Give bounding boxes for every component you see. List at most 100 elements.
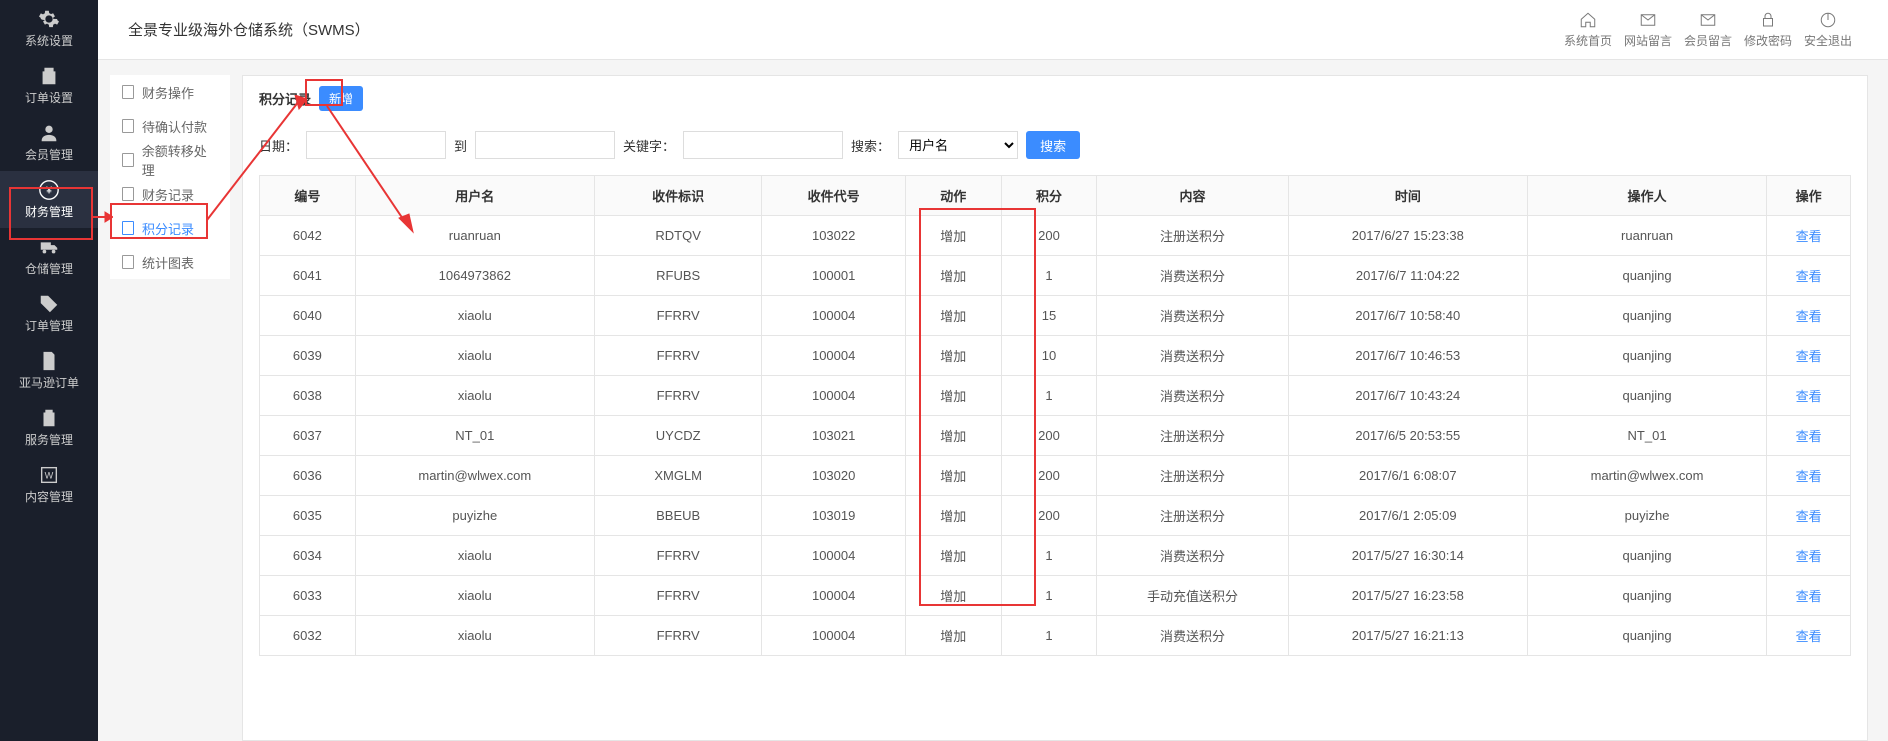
date-to-input[interactable] [475, 131, 615, 159]
table-cell: 增加 [905, 496, 1001, 536]
copy-icon [38, 65, 60, 87]
sidebar-label: 仓储管理 [25, 260, 73, 277]
sidebar-item-amazon[interactable]: 亚马逊订单 [0, 342, 98, 399]
col-rtag: 收件标识 [594, 176, 761, 216]
table-cell: 6036 [260, 456, 356, 496]
view-link[interactable]: 查看 [1767, 536, 1851, 576]
table-cell: 增加 [905, 216, 1001, 256]
view-link[interactable]: 查看 [1767, 376, 1851, 416]
svg-text:W: W [45, 471, 54, 481]
table-row: 6036martin@wlwex.comXMGLM103020增加200注册送积… [260, 456, 1851, 496]
table-cell: 1 [1001, 576, 1097, 616]
sidebar-item-content[interactable]: W 内容管理 [0, 456, 98, 513]
view-link[interactable]: 查看 [1767, 496, 1851, 536]
doc-icon [122, 187, 134, 201]
header-change-pwd[interactable]: 修改密码 [1738, 11, 1798, 49]
table-cell: 100001 [762, 256, 906, 296]
mail-icon [1639, 11, 1657, 29]
table-cell: quanjing [1527, 296, 1766, 336]
app-title: 全景专业级海外仓储系统（SWMS） [128, 19, 370, 40]
table-cell: 消费送积分 [1097, 616, 1288, 656]
table-cell: ruanruan [1527, 216, 1766, 256]
doc-icon [122, 119, 134, 133]
table-cell: 6042 [260, 216, 356, 256]
header-logout[interactable]: 安全退出 [1798, 11, 1858, 49]
view-link[interactable]: 查看 [1767, 216, 1851, 256]
truck-icon [38, 236, 60, 258]
table-cell: 100004 [762, 296, 906, 336]
keyword-input[interactable] [683, 131, 843, 159]
subnav-points-records[interactable]: 积分记录 [110, 211, 230, 245]
add-button[interactable]: 新增 [319, 86, 363, 111]
table-cell: 增加 [905, 256, 1001, 296]
sidebar-item-storage[interactable]: 仓储管理 [0, 228, 98, 285]
sidebar-item-member[interactable]: 会员管理 [0, 114, 98, 171]
header-member-msg[interactable]: 会员留言 [1678, 11, 1738, 49]
table-cell: 2017/6/7 10:43:24 [1288, 376, 1527, 416]
view-link[interactable]: 查看 [1767, 616, 1851, 656]
keyword-label: 关键字： [623, 136, 675, 155]
view-link[interactable]: 查看 [1767, 456, 1851, 496]
table-cell: 200 [1001, 496, 1097, 536]
table-cell: 增加 [905, 296, 1001, 336]
view-link[interactable]: 查看 [1767, 256, 1851, 296]
sidebar-item-order-settings[interactable]: 订单设置 [0, 57, 98, 114]
word-icon: W [38, 464, 60, 486]
subnav-balance-transfer[interactable]: 余额转移处理 [110, 143, 230, 177]
view-link[interactable]: 查看 [1767, 416, 1851, 456]
subnav-stat-charts[interactable]: 统计图表 [110, 245, 230, 279]
table-cell: FFRRV [594, 336, 761, 376]
header-home[interactable]: 系统首页 [1558, 11, 1618, 49]
view-link[interactable]: 查看 [1767, 296, 1851, 336]
subnav-finance-records[interactable]: 财务记录 [110, 177, 230, 211]
table-cell: XMGLM [594, 456, 761, 496]
table-cell: 103022 [762, 216, 906, 256]
clipboard-icon [38, 407, 60, 429]
subnav-pending-pay[interactable]: 待确认付款 [110, 109, 230, 143]
col-ops: 操作 [1767, 176, 1851, 216]
table-cell: FFRRV [594, 296, 761, 336]
table-cell: 注册送积分 [1097, 456, 1288, 496]
table-cell: xiaolu [355, 576, 594, 616]
sidebar-item-service[interactable]: 服务管理 [0, 399, 98, 456]
doc-icon [122, 255, 134, 269]
table-cell: FFRRV [594, 616, 761, 656]
points-table: 编号 用户名 收件标识 收件代号 动作 积分 内容 时间 操作人 操作 6042… [259, 175, 1851, 656]
svg-text:¥: ¥ [45, 186, 52, 197]
date-label: 日期： [259, 136, 298, 155]
user-icon [38, 122, 60, 144]
table-cell: FFRRV [594, 376, 761, 416]
table-cell: 6032 [260, 616, 356, 656]
tag-icon [38, 293, 60, 315]
page-title: 积分记录 [259, 89, 311, 108]
searchby-select[interactable]: 用户名 [898, 131, 1018, 159]
doc-icon [122, 85, 134, 99]
table-cell: NT_01 [1527, 416, 1766, 456]
table-cell: 消费送积分 [1097, 536, 1288, 576]
view-link[interactable]: 查看 [1767, 336, 1851, 376]
table-cell: 2017/5/27 16:23:58 [1288, 576, 1527, 616]
filter-bar: 日期： 到 关键字： 搜索： 用户名 搜索 [243, 121, 1867, 175]
view-link[interactable]: 查看 [1767, 576, 1851, 616]
mail-icon [1699, 11, 1717, 29]
table-cell: RFUBS [594, 256, 761, 296]
table-cell: 6040 [260, 296, 356, 336]
table-cell: 6033 [260, 576, 356, 616]
search-button[interactable]: 搜索 [1026, 131, 1080, 159]
subnav-finance-ops[interactable]: 财务操作 [110, 75, 230, 109]
sidebar-item-finance[interactable]: ¥ 财务管理 [0, 171, 98, 228]
table-row: 6034xiaoluFFRRV100004增加1消费送积分2017/5/27 1… [260, 536, 1851, 576]
table-row: 6038xiaoluFFRRV100004增加1消费送积分2017/6/7 10… [260, 376, 1851, 416]
table-header-row: 编号 用户名 收件标识 收件代号 动作 积分 内容 时间 操作人 操作 [260, 176, 1851, 216]
table-cell: 103020 [762, 456, 906, 496]
col-operator: 操作人 [1527, 176, 1766, 216]
date-from-input[interactable] [306, 131, 446, 159]
table-cell: quanjing [1527, 576, 1766, 616]
table-cell: 2017/5/27 16:21:13 [1288, 616, 1527, 656]
table-cell: quanjing [1527, 256, 1766, 296]
table-cell: 增加 [905, 416, 1001, 456]
sidebar-item-order-mgr[interactable]: 订单管理 [0, 285, 98, 342]
searchby-label: 搜索： [851, 136, 890, 155]
header-site-msg[interactable]: 网站留言 [1618, 11, 1678, 49]
sidebar-item-sys[interactable]: 系统设置 [0, 0, 98, 57]
